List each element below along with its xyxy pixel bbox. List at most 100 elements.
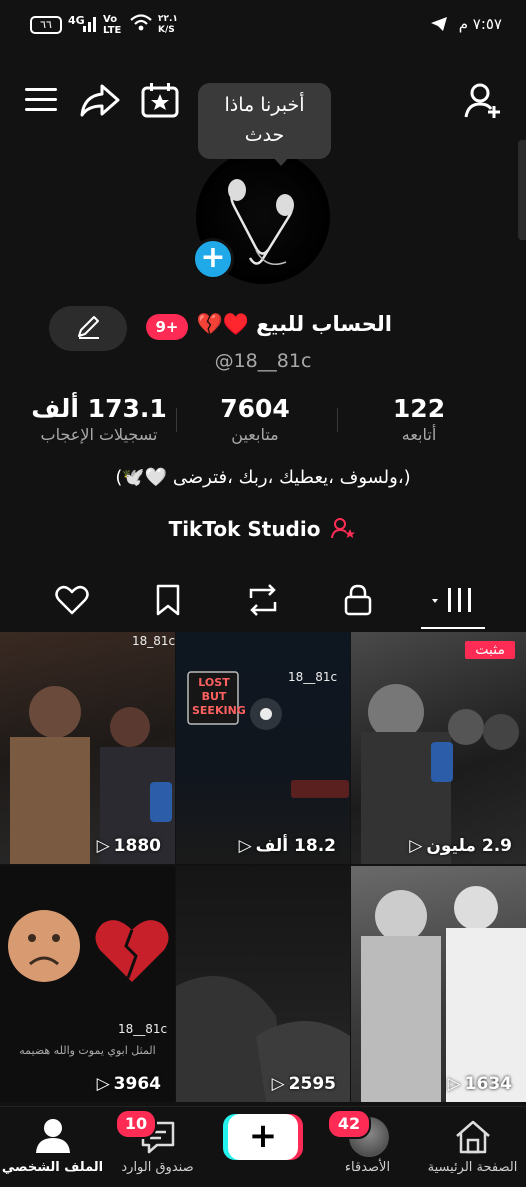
video-thumbnail[interactable]: ▷ 2595	[176, 866, 350, 1102]
home-icon	[456, 1120, 490, 1154]
nav-inbox[interactable]: 10 صندوق الوارد	[105, 1107, 210, 1187]
view-count: ▷ 2.9 مليون	[409, 836, 512, 856]
view-count: ▷ 3964	[97, 1074, 161, 1094]
view-count-value: 1634	[464, 1074, 512, 1094]
followers-label: متابعين	[231, 425, 279, 444]
nav-home-label: الصفحة الرئيسية	[427, 1160, 518, 1175]
video-thumbnail[interactable]: 18__81c LOST BUT SEEKING ▷ 18.2 ألف	[176, 632, 350, 864]
view-count: ▷ 2595	[272, 1074, 336, 1094]
videos-grid-icon	[432, 588, 471, 612]
play-icon: ▷	[409, 836, 423, 856]
view-count-value: 18.2 ألف	[255, 836, 336, 856]
share-icon[interactable]	[80, 82, 120, 118]
nav-profile-label: الملف الشخصي	[1, 1160, 104, 1175]
pencil-icon	[78, 316, 99, 339]
view-count: ▷ 1634	[448, 1074, 512, 1094]
tab-favorites[interactable]	[138, 575, 198, 625]
tab-reposts[interactable]	[233, 575, 293, 625]
profile-name: الحساب للبيع ♥️💔	[196, 312, 392, 336]
play-icon: ▷	[96, 1074, 110, 1094]
nav-profile[interactable]: الملف الشخصي	[0, 1107, 105, 1187]
active-tab-underline	[421, 627, 485, 629]
menu-icon[interactable]	[24, 86, 58, 114]
view-count: ▷ 18.2 ألف	[239, 836, 336, 856]
thumbnail-scene	[187, 671, 349, 798]
volte-bottom: LTE	[103, 25, 122, 36]
following-count: 122	[392, 394, 446, 423]
status-tooltip[interactable]: أخبرنا ماذا حدث	[198, 83, 331, 159]
play-icon: ▷	[447, 1074, 461, 1094]
friends-badge: 42	[327, 1109, 371, 1139]
view-count-value: 2595	[288, 1074, 336, 1094]
calendar-star-icon[interactable]	[141, 82, 179, 118]
profile-bio: (،ولسوف ،يعطيك ،ربك ،فترضى 🤍🕊️)	[115, 467, 411, 488]
view-count-value: 3964	[113, 1074, 161, 1094]
notification-badge[interactable]: 9+	[146, 314, 188, 340]
add-story-button[interactable]: +	[192, 238, 234, 280]
inbox-badge: 10	[115, 1109, 157, 1139]
likes-count: 173.1 ألف	[31, 394, 167, 423]
status-time: ٧:٥٧ م	[458, 15, 502, 33]
nav-friends[interactable]: 42 الأصدقاء	[315, 1107, 420, 1187]
thumbnail-scene	[8, 910, 169, 982]
bookmark-icon	[156, 584, 180, 616]
lock-icon	[344, 584, 372, 616]
user-star-icon	[331, 518, 356, 539]
nav-friends-label: الأصدقاء	[344, 1160, 391, 1175]
pinned-badge: مثبت	[465, 641, 515, 659]
profile-tabs	[0, 575, 526, 625]
net-speed: ٢٢.١ K/S	[158, 14, 178, 36]
stat-divider	[176, 408, 177, 432]
create-button[interactable]: +	[228, 1114, 298, 1160]
likes-label: تسجيلات الإعجاب	[40, 425, 158, 444]
sign-text: LOST BUT SEEKING	[192, 676, 246, 717]
tooltip-line1: أخبرنا ماذا	[224, 94, 305, 116]
tooltip-line2: حدث	[244, 124, 285, 146]
telegram-icon	[430, 16, 448, 32]
play-icon: ▷	[96, 836, 110, 856]
tab-liked[interactable]	[42, 575, 102, 625]
followers-count: 7604	[220, 394, 290, 423]
status-bar: ٦٦ 4G Vo LTE ٢٢.١ K/S ٧:٥٧ م	[0, 0, 526, 52]
signal-icon	[82, 14, 98, 32]
stat-followers[interactable]: 7604 متابعين	[180, 394, 330, 446]
stat-likes[interactable]: 173.1 ألف تسجيلات الإعجاب	[24, 394, 174, 446]
tooltip-tail	[272, 156, 290, 166]
thumbnail-scene	[10, 686, 175, 864]
profile-handle[interactable]: @18__81c	[200, 350, 326, 372]
battery-indicator: ٦٦	[30, 16, 62, 34]
watermark: 18__81c	[118, 1022, 168, 1036]
view-count: ▷ 1880	[97, 836, 161, 856]
tiktok-studio-link[interactable]: TikTok Studio	[0, 517, 526, 541]
play-icon: ▷	[271, 1074, 285, 1094]
add-user-icon[interactable]	[464, 82, 504, 120]
following-label: أتابعه	[401, 425, 437, 444]
volte-indicator: Vo LTE	[103, 14, 121, 36]
thumbnail-scene	[361, 684, 519, 864]
volte-top: Vo	[103, 14, 118, 25]
scroll-indicator[interactable]	[518, 140, 526, 240]
video-thumbnail[interactable]: 18_81c ▷ 1880	[0, 632, 175, 864]
repost-icon	[249, 584, 277, 616]
profile-icon	[36, 1119, 70, 1153]
play-icon: ▷	[238, 836, 252, 856]
tab-private[interactable]	[328, 575, 388, 625]
video-thumbnail[interactable]: 18__81c المثل ابوي يموت والله هضيمه ▷ 39…	[0, 866, 175, 1102]
studio-label: TikTok Studio	[168, 517, 321, 541]
video-thumbnail[interactable]: ▷ 1634	[351, 866, 526, 1102]
view-count-value: 2.9 مليون	[426, 836, 512, 856]
view-count-value: 1880	[113, 836, 161, 856]
watermark: 18__81c	[288, 670, 338, 684]
stat-divider	[337, 408, 338, 432]
tab-videos[interactable]	[420, 575, 486, 625]
edit-profile-button[interactable]	[49, 306, 127, 351]
nav-inbox-label: صندوق الوارد	[121, 1160, 194, 1175]
thumbnail-scene	[361, 886, 526, 1102]
video-thumbnail[interactable]: مثبت ▷ 2.9 مليون	[351, 632, 526, 864]
nav-home[interactable]: الصفحة الرئيسية	[420, 1107, 525, 1187]
watermark: 18_81c	[132, 634, 175, 648]
stat-following[interactable]: 122 أتابعه	[344, 394, 494, 446]
heart-icon	[55, 585, 89, 615]
net-speed-unit: K/S	[158, 25, 175, 35]
wifi-icon	[130, 14, 152, 32]
